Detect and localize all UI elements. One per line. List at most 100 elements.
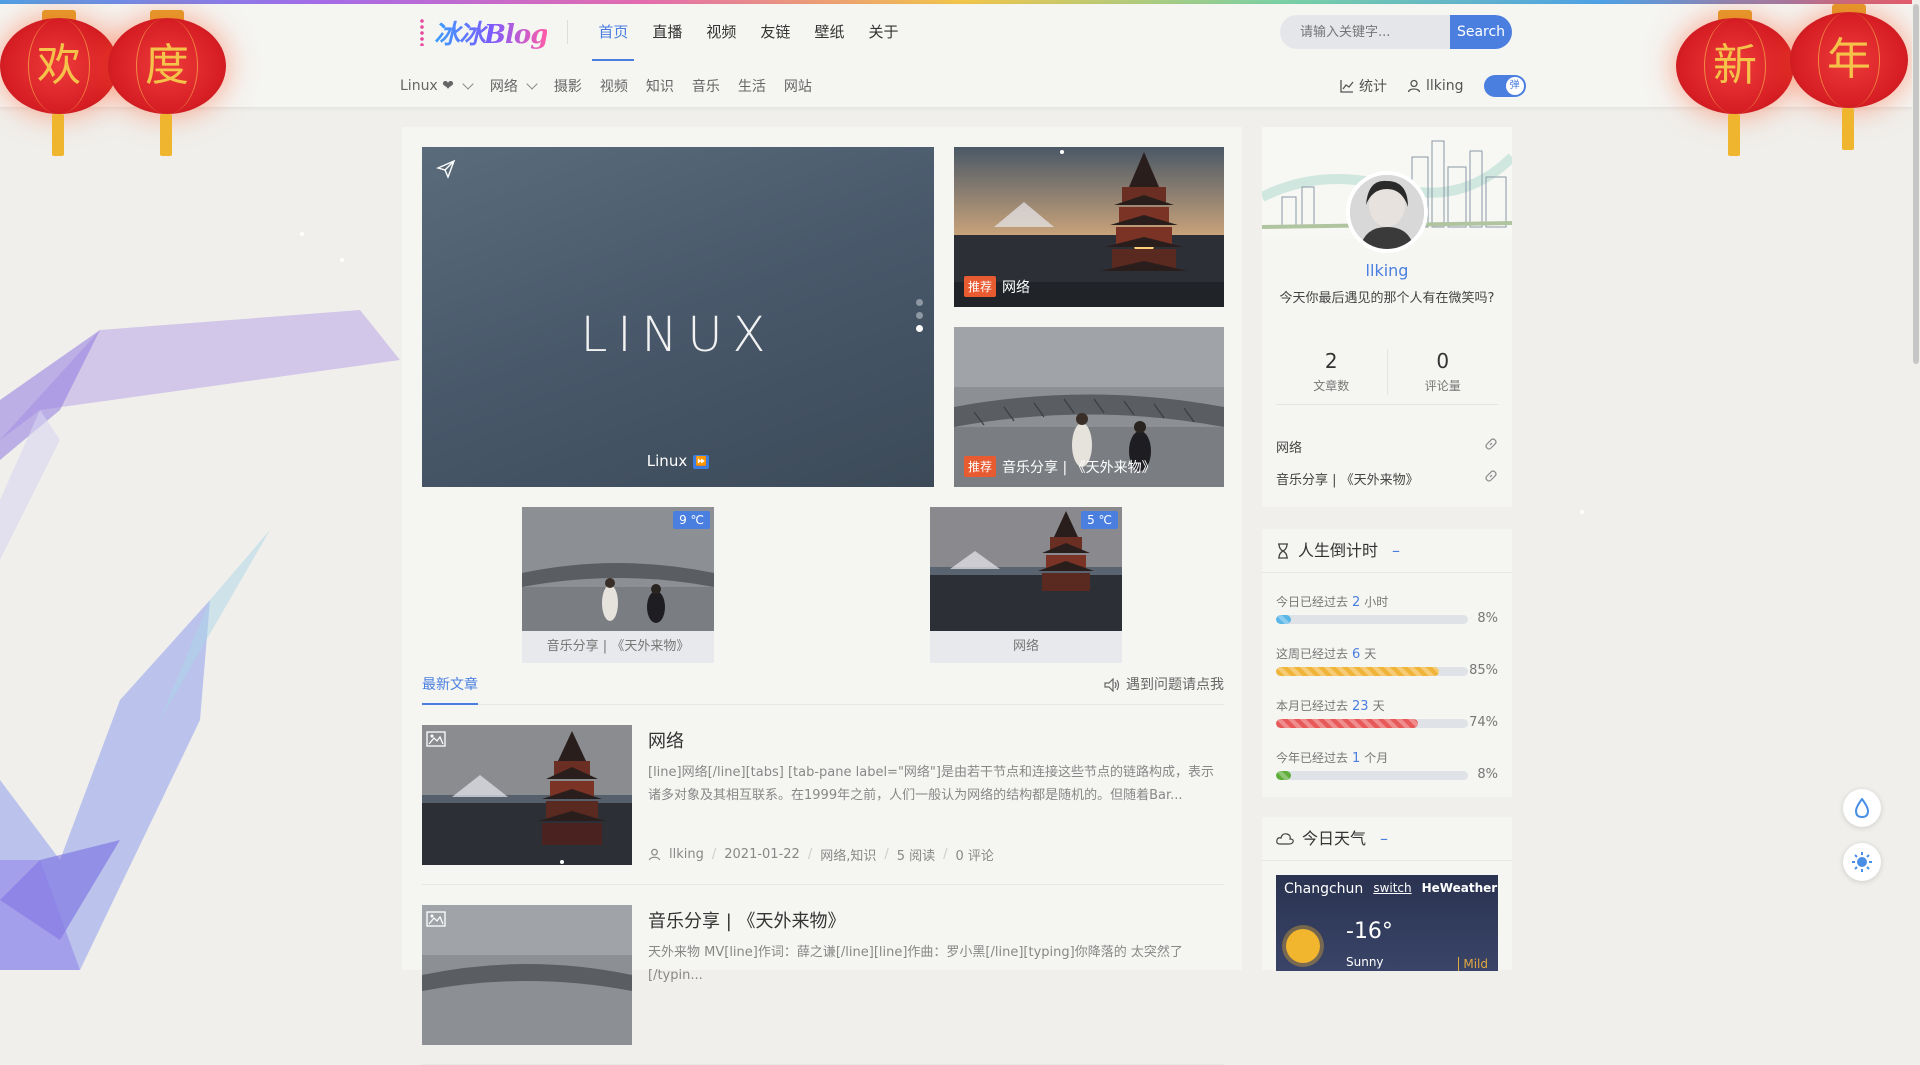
profile-link-item[interactable]: 网络 [1276,437,1498,456]
featured-post-card[interactable]: 推荐 网络 [954,147,1224,307]
profile-link-label: 音乐分享 | 《天外来物》 [1276,473,1419,488]
help-label: 遇到问题请点我 [1126,677,1224,693]
search-box: Search [1280,15,1512,49]
tile-label: 网络 [1012,639,1039,654]
weather-header: Changchun switch HeWeather [1284,881,1497,897]
chevron-down-icon [526,78,538,90]
progress-bar [1276,615,1468,624]
progress-percent: 85% [1469,663,1498,678]
site-header: 冰冰Blog 首页 直播 视频 友链 壁纸 关于 Search Linux ❤ … [0,4,1920,108]
post-item[interactable]: 音乐分享 | 《天外来物》 天外来物 MV[line]作词：薛之谦[/line]… [422,905,1224,1065]
carousel-dot[interactable] [916,312,923,319]
weather-provider: HeWeather [1421,881,1498,895]
tab-latest-posts[interactable]: 最新文章 [422,665,478,705]
slide-text: LINUX [580,307,776,363]
subnav-item-video[interactable]: 视频 [600,76,628,96]
weather-post-tile[interactable]: 5 ℃ 网络 [930,507,1122,663]
weather-widget: 今日天气 – Changchun switch HeWeather -16° Su… [1262,817,1512,971]
weather-post-tile[interactable]: 9 ℃ 音乐分享 | 《天外来物》 [522,507,714,663]
collapse-icon[interactable]: – [1392,529,1400,573]
search-input[interactable] [1280,15,1450,49]
post-category[interactable]: 网络,知识 [820,845,876,864]
countdown-value: 23 [1352,699,1369,714]
weather-switch-link[interactable]: switch [1373,881,1411,897]
nav-item-video[interactable]: 视频 [694,4,748,60]
category-navigation: Linux ❤ 网络 摄影 视频 知识 音乐 生活 网站 [400,64,830,108]
post-comments[interactable]: 0 评论 [956,845,994,864]
user-navigation: 统计 llking 弹 [1340,64,1526,108]
stat-value: 0 [1436,349,1450,373]
snow-sparkle [1580,510,1584,514]
user-link[interactable]: llking [1407,78,1464,94]
lantern-char: 新 [1713,40,1757,91]
lantern-decoration: 新 [1676,10,1794,156]
subnav-item-photography[interactable]: 摄影 [554,76,582,96]
nav-item-wallpaper[interactable]: 壁纸 [802,4,856,60]
stat-value: 2 [1324,349,1338,373]
carousel-dot-active[interactable] [916,325,923,332]
send-icon [436,159,456,179]
sun-icon [1286,929,1320,963]
nav-item-home[interactable]: 首页 [586,4,640,61]
post-thumbnail[interactable] [422,905,632,1045]
featured-carousel[interactable]: LINUX Linux ⏩ [422,147,934,487]
collapse-icon[interactable]: – [1380,817,1388,861]
countdown-unit: 天 [1364,647,1377,661]
snow-sparkle [1060,150,1064,154]
carousel-dot[interactable] [916,299,923,306]
countdown-prefix: 今日已经过去 [1276,595,1349,609]
post-title: 音乐分享 | 《天外来物》 [1002,459,1156,476]
subnav-item-music[interactable]: 音乐 [692,76,720,96]
profile-bio: 今天你最后遇见的那个人有在微笑吗? [1279,291,1495,306]
nav-item-about[interactable]: 关于 [856,4,910,60]
avatar[interactable] [1346,171,1428,253]
post-thumbnail[interactable] [422,725,632,865]
scrollbar-thumb[interactable] [1913,4,1919,364]
weather-panel: Changchun switch HeWeather -16° Sunny Mi… [1276,875,1498,971]
progress-percent: 74% [1469,715,1498,730]
countdown-unit: 小时 [1364,595,1389,609]
nav-item-friends[interactable]: 友链 [748,4,802,60]
theme-color-button[interactable] [1843,789,1881,827]
stats-link[interactable]: 统计 [1340,76,1387,96]
profile-name[interactable]: llking [1262,261,1512,280]
subnav-item-sites[interactable]: 网站 [784,76,812,96]
post-badge: 推荐 音乐分享 | 《天外来物》 [964,456,1156,477]
lantern-decoration: 度 [108,10,226,156]
widget-title: 人生倒计时 [1298,540,1379,560]
background-polygons [0,310,400,970]
light-mode-button[interactable] [1843,843,1881,881]
post-excerpt: 天外来物 MV[line]作词：薛之谦[/line][line]作曲：罗小黑[/… [648,945,1183,983]
post-date: 2021-01-22 [724,847,800,862]
nav-item-live[interactable]: 直播 [640,4,694,60]
post-title[interactable]: 网络 [648,727,684,753]
post-author[interactable]: llking [669,847,704,862]
logo-text[interactable]: 冰冰Blog [434,14,548,51]
countdown-label: 本月已经过去 23 天 [1276,697,1498,714]
hourglass-icon [1278,542,1288,559]
subnav-item-knowledge[interactable]: 知识 [646,76,674,96]
subnav-item-life[interactable]: 生活 [738,76,766,96]
site-logo[interactable]: 冰冰Blog [420,4,548,60]
help-link[interactable]: 遇到问题请点我 [1104,665,1224,705]
weather-temperature: -16° [1346,919,1393,944]
meta-separator: / [884,847,889,862]
profile-link-item[interactable]: 音乐分享 | 《天外来物》 [1276,469,1498,488]
post-title[interactable]: 音乐分享 | 《天外来物》 [648,907,846,933]
subnav-item-network[interactable]: 网络 [490,76,538,96]
weather-city: Changchun [1284,881,1364,897]
lantern-char: 欢 [37,40,81,91]
user-name: llking [1426,78,1464,94]
post-item[interactable]: 网络 [line]网络[/line][tabs] [tab-pane label… [422,725,1224,885]
countdown-item: 今日已经过去 2 小时 8% [1276,593,1498,626]
subnav-item-linux[interactable]: Linux ❤ [400,78,474,94]
pagoda-sunset-image [422,725,632,865]
barrage-toggle[interactable]: 弹 [1483,75,1526,97]
widget-header: 今日天气 – [1262,817,1512,861]
recommend-badge: 推荐 [964,456,997,477]
search-button[interactable]: Search [1450,15,1512,49]
lantern-decoration: 年 [1790,4,1908,150]
carousel-caption[interactable]: Linux ⏩ [422,452,934,470]
featured-post-card[interactable]: 推荐 音乐分享 | 《天外来物》 [954,327,1224,487]
post-title: 网络 [1002,279,1031,296]
